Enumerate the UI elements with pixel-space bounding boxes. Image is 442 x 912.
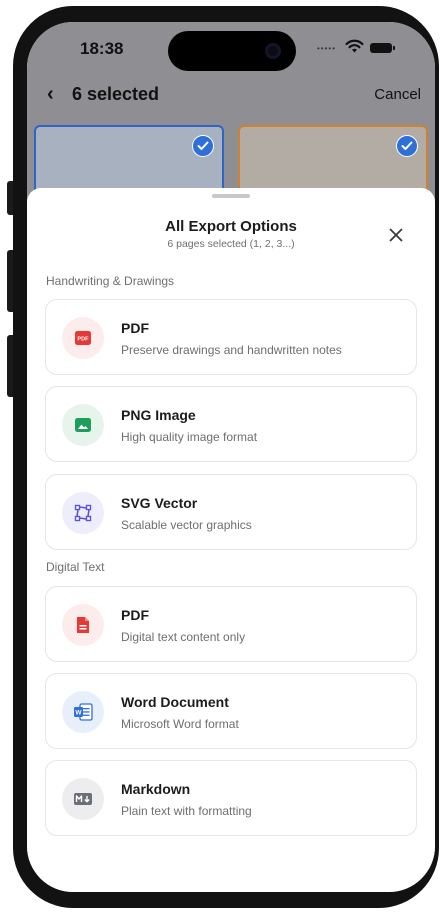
- option-description: Scalable vector graphics: [121, 518, 252, 532]
- dynamic-island: [168, 31, 296, 71]
- option-title: PDF: [121, 320, 149, 336]
- option-title: Markdown: [121, 781, 191, 797]
- sheet-grabber[interactable]: [212, 194, 250, 198]
- cellular-signal-icon: •••••: [317, 44, 337, 53]
- export-option-pdf-drawings[interactable]: PDF PDF Preserve drawings and handwritte…: [45, 299, 417, 375]
- cancel-button[interactable]: Cancel: [374, 86, 421, 103]
- screen: 18:38 ••••• ‹ 6 selected Cancel All Expo…: [27, 22, 435, 892]
- battery-icon: [370, 43, 395, 53]
- export-options-sheet: All Export Options 6 pages selected (1, …: [27, 188, 435, 892]
- close-button[interactable]: [383, 222, 409, 248]
- export-option-markdown[interactable]: Markdown Plain text with formatting: [45, 760, 417, 836]
- option-description: Microsoft Word format: [121, 717, 239, 731]
- camera-icon: [265, 43, 281, 59]
- nav-bar: ‹ 6 selected Cancel: [27, 77, 435, 117]
- option-title: Word Document: [121, 694, 229, 710]
- option-description: Plain text with formatting: [121, 804, 252, 818]
- document-icon: [62, 604, 104, 646]
- pdf-badge-icon: PDF: [62, 317, 104, 359]
- section-label-digital-text: Digital Text: [46, 560, 105, 574]
- option-title: PNG Image: [121, 407, 196, 423]
- checkmark-icon: [396, 135, 418, 157]
- export-option-word[interactable]: W Word Document Microsoft Word format: [45, 673, 417, 749]
- status-time: 18:38: [80, 39, 124, 58]
- status-bar: 18:38 •••••: [27, 22, 435, 74]
- vector-path-icon: [62, 492, 104, 534]
- svg-text:PDF: PDF: [77, 337, 89, 343]
- markdown-icon: [62, 778, 104, 820]
- image-icon: [62, 404, 104, 446]
- checkmark-icon: [192, 135, 214, 157]
- option-description: Digital text content only: [121, 630, 246, 644]
- option-description: High quality image format: [121, 430, 258, 444]
- close-icon: [389, 228, 403, 242]
- export-option-png[interactable]: PNG Image High quality image format: [45, 386, 417, 462]
- svg-text:W: W: [75, 710, 82, 717]
- word-icon: W: [62, 691, 104, 733]
- back-chevron-icon[interactable]: ‹: [47, 83, 54, 106]
- option-title: SVG Vector: [121, 495, 198, 511]
- option-description: Preserve drawings and handwritten notes: [121, 343, 342, 357]
- sheet-subtitle: 6 pages selected (1, 2, 3...): [167, 238, 295, 250]
- option-title: PDF: [121, 607, 149, 623]
- sheet-title: All Export Options: [165, 218, 297, 235]
- section-label-handwriting: Handwriting & Drawings: [46, 274, 175, 288]
- wifi-icon: [345, 39, 364, 53]
- export-option-svg[interactable]: SVG Vector Scalable vector graphics: [45, 474, 417, 550]
- selection-count-title: 6 selected: [72, 84, 160, 104]
- export-option-pdf-text[interactable]: PDF Digital text content only: [45, 586, 417, 662]
